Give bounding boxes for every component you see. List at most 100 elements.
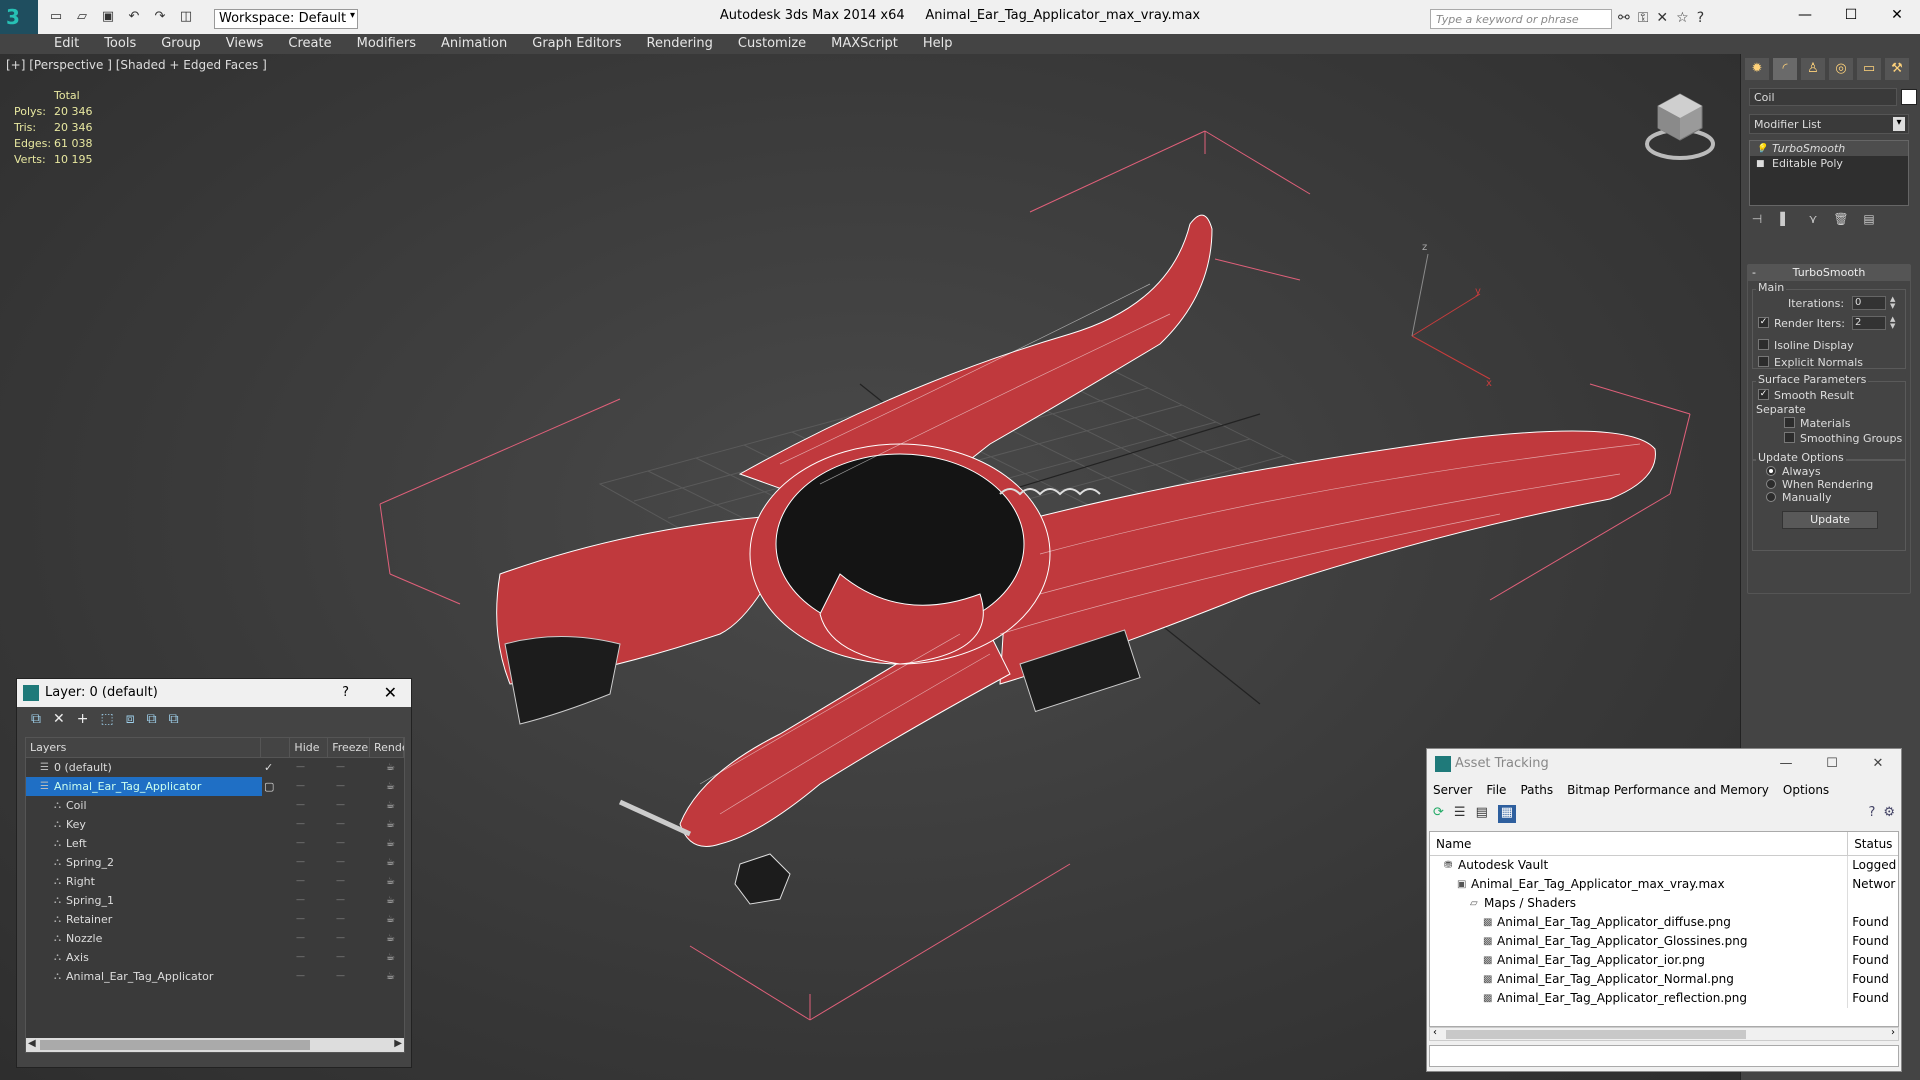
layer-row[interactable]: ⛬ Animal_Ear_Tag_Applicator — — ☕ [26,967,404,986]
utilities-tab-icon[interactable]: ⚒ [1885,58,1909,80]
detail-view-icon[interactable]: ▤ [1476,805,1488,823]
configure-sets-icon[interactable]: ▤ [1861,212,1877,226]
when-rendering-radio[interactable] [1766,479,1776,489]
add-to-layer-icon[interactable]: + [77,711,89,729]
hide-toggle[interactable]: — [296,872,305,891]
object-color-swatch[interactable] [1901,89,1917,105]
asset-row[interactable]: ▩ Animal_Ear_Tag_Applicator_Normal.png Fou… [1430,970,1898,989]
render-teapot-icon[interactable]: ☕ [386,758,395,777]
layer-name-cell[interactable]: ⛬ Animal_Ear_Tag_Applicator [26,967,262,986]
layer-name-cell[interactable]: ☰ 0 (default) [26,758,262,777]
new-file-icon[interactable]: ▭ [46,9,66,25]
render-teapot-icon[interactable]: ☕ [386,910,395,929]
save-icon[interactable]: ▣ [98,9,118,25]
render-teapot-icon[interactable]: ☕ [386,853,395,872]
asset-name-cell[interactable]: ▩ Animal_Ear_Tag_Applicator_reflection.pn… [1430,989,1849,1008]
freeze-toggle[interactable]: — [336,815,345,834]
select-objects-icon[interactable]: ⬚ [100,711,113,729]
motion-tab-icon[interactable]: ◎ [1829,58,1853,80]
column-freeze[interactable]: Freeze [328,738,370,757]
freeze-toggle[interactable]: — [336,796,345,815]
freeze-toggle[interactable]: — [336,910,345,929]
column-name[interactable]: Name [1430,832,1849,855]
table-view-icon[interactable]: ▦ [1497,805,1516,823]
delete-layer-icon[interactable]: ✕ [53,711,65,729]
lightbulb-icon[interactable]: 💡 [1756,142,1767,157]
menu-maxscript[interactable]: MAXScript [831,34,898,54]
undo-icon[interactable]: ↶ [124,9,144,25]
asset-name-cell[interactable]: ▩ Animal_Ear_Tag_Applicator_ior.png [1430,951,1849,970]
list-view-icon[interactable]: ☰ [1454,805,1466,823]
scrollbar-thumb[interactable] [40,1040,310,1050]
show-end-result-icon[interactable]: ▌ [1777,212,1793,226]
stack-item-turbosmooth[interactable]: 💡 TurboSmooth [1750,141,1908,156]
freeze-toggle[interactable]: — [336,853,345,872]
layer-name-cell[interactable]: ⛬ Retainer [26,910,262,929]
asset-row[interactable]: ▩ Animal_Ear_Tag_Applicator_Glossines.png… [1430,932,1898,951]
object-name-field[interactable]: Coil [1749,88,1897,106]
render-teapot-icon[interactable]: ☕ [386,891,395,910]
menu-create[interactable]: Create [288,34,331,54]
layer-name-cell[interactable]: ⛬ Coil [26,796,262,815]
column-hide[interactable]: Hide [290,738,329,757]
isoline-display-checkbox[interactable] [1758,339,1769,350]
materials-checkbox[interactable] [1784,417,1795,428]
menu-views[interactable]: Views [226,34,264,54]
layer-row[interactable]: ⛬ Spring_2 — — ☕ [26,853,404,872]
layer-manager-titlebar[interactable]: Layer: 0 (default) ? ✕ [17,679,411,707]
render-teapot-icon[interactable]: ☕ [386,834,395,853]
hide-toggle[interactable]: — [296,853,305,872]
redo-icon[interactable]: ↷ [150,9,170,25]
column-status[interactable]: Status [1848,832,1898,855]
hide-toggle[interactable]: — [296,834,305,853]
highlight-selected-icon[interactable]: ⧈ [126,711,135,729]
layer-name-cell[interactable]: ⛬ Left [26,834,262,853]
freeze-toggle[interactable]: — [336,834,345,853]
freeze-toggle[interactable]: — [336,948,345,967]
asset-name-cell[interactable]: ▩ Animal_Ear_Tag_Applicator_Glossines.png [1430,932,1849,951]
freeze-toggle[interactable]: — [336,872,345,891]
maximize-button[interactable]: ☐ [1809,749,1855,779]
render-teapot-icon[interactable]: ☕ [386,815,395,834]
key-icon[interactable]: ⚿ [1638,10,1649,26]
asset-menu-file[interactable]: File [1486,779,1506,801]
horizontal-scrollbar[interactable]: ◀ ▶ [26,1038,404,1052]
remove-modifier-icon[interactable]: 🗑 [1833,212,1849,226]
asset-name-cell[interactable]: ▩ Animal_Ear_Tag_Applicator_Normal.png [1430,970,1849,989]
iterations-spinner[interactable]: 0 [1852,296,1886,310]
freeze-toggle[interactable]: — [336,777,345,796]
column-layers[interactable]: Layers [26,738,261,757]
freeze-toggle[interactable]: — [336,929,345,948]
explicit-normals-checkbox[interactable] [1758,356,1769,367]
refresh-icon[interactable]: ⟳ [1433,805,1444,823]
render-iters-spinner[interactable]: 2 [1852,316,1886,330]
asset-row[interactable]: ▣ Animal_Ear_Tag_Applicator_max_vray.max N… [1430,875,1898,894]
help-icon[interactable]: ? [1697,10,1704,26]
layer-name-cell[interactable]: ☰ Animal_Ear_Tag_Applicator [26,777,262,796]
workspace-dropdown[interactable]: Workspace: Default ▾ [214,9,358,29]
pin-stack-icon[interactable]: ⊣ [1749,212,1765,226]
horizontal-scrollbar[interactable]: ‹ › [1429,1027,1899,1041]
modifier-list-dropdown[interactable]: Modifier List ▾ [1749,114,1909,134]
scroll-left-icon[interactable]: ◀ [28,1038,36,1049]
render-teapot-icon[interactable]: ☕ [386,967,395,986]
layer-name-cell[interactable]: ⛬ Right [26,872,262,891]
hold-icon[interactable]: ◫ [176,9,196,25]
column-render[interactable]: Rende [370,738,404,757]
menu-rendering[interactable]: Rendering [647,34,713,54]
turbosmooth-rollout-header[interactable]: - TurboSmooth [1748,265,1910,281]
asset-menu-bitmap-performance-and-memory[interactable]: Bitmap Performance and Memory [1567,779,1769,801]
hierarchy-tab-icon[interactable]: ♙ [1801,58,1825,80]
render-teapot-icon[interactable]: ☕ [386,872,395,891]
hide-toggle[interactable]: — [296,910,305,929]
layer-row[interactable]: ⛬ Retainer — — ☕ [26,910,404,929]
hide-toggle[interactable]: — [296,948,305,967]
scrollbar-thumb[interactable] [1446,1030,1746,1039]
layer-row[interactable]: ☰ 0 (default) ✓ — — ☕ [26,758,404,777]
manually-radio[interactable] [1766,492,1776,502]
maximize-button[interactable]: ☐ [1828,0,1874,30]
hide-toggle[interactable]: — [296,777,305,796]
layer-row[interactable]: ⛬ Key — — ☕ [26,815,404,834]
close-button[interactable]: ✕ [384,679,397,707]
update-button[interactable]: Update [1782,511,1878,529]
